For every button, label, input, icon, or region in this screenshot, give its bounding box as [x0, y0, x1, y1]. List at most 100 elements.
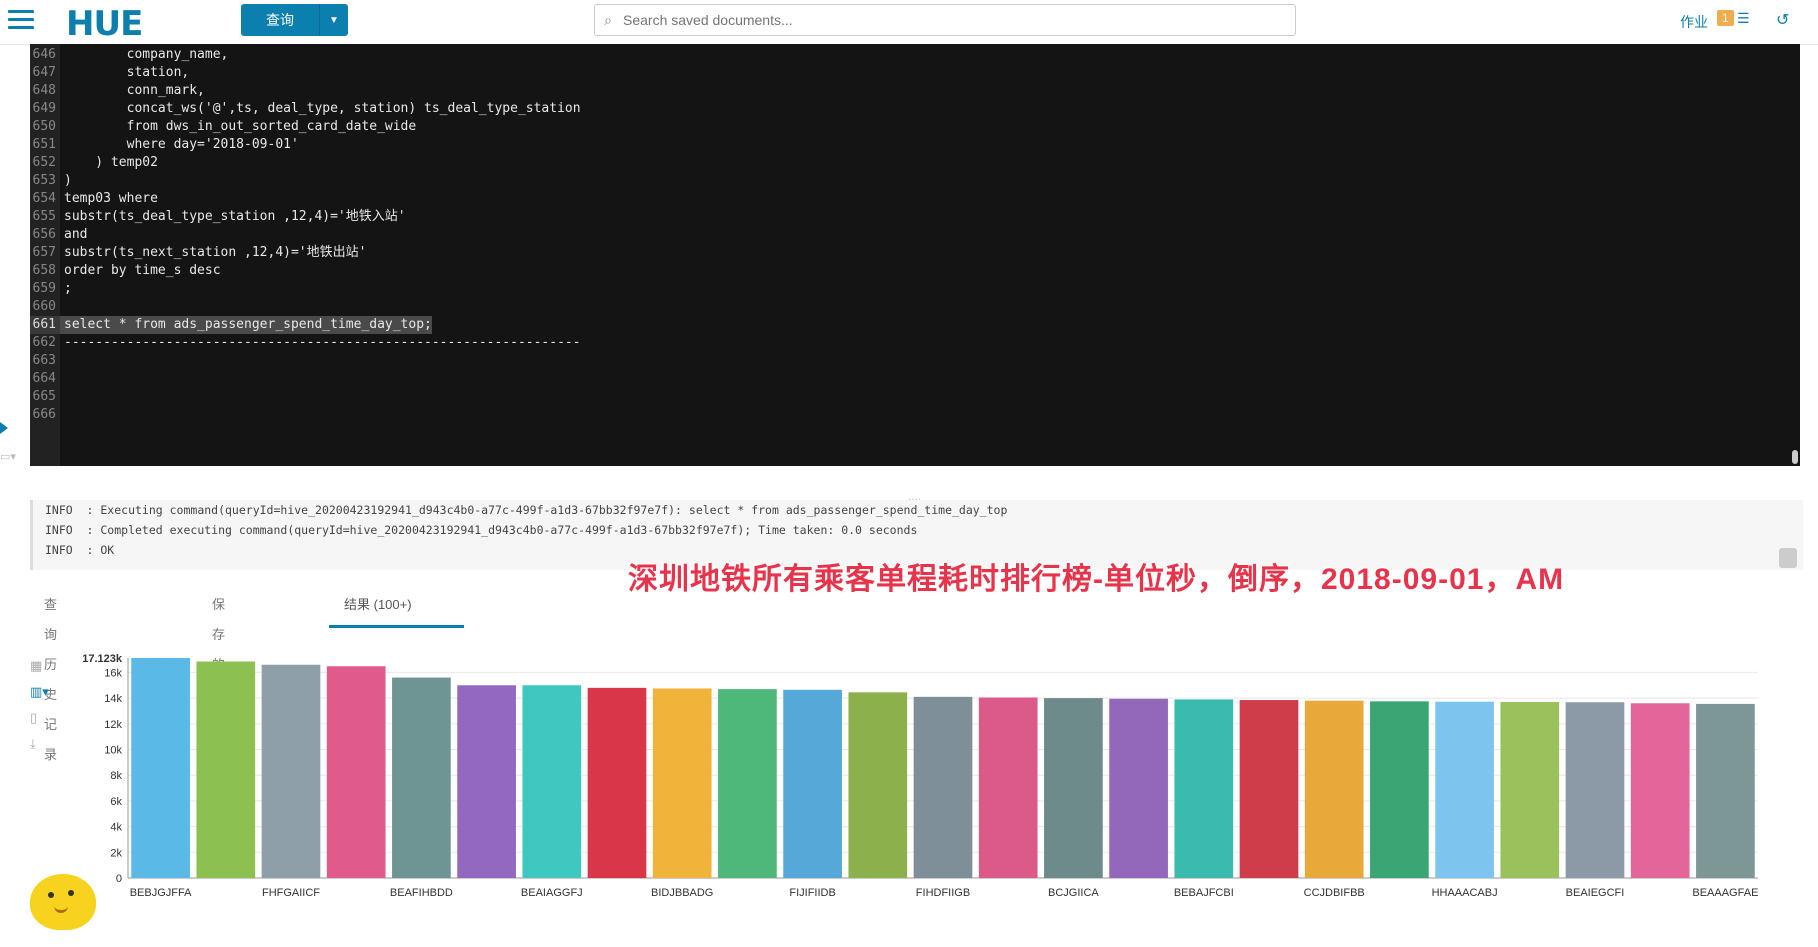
sql-editor[interactable]: 646 company_name, 647 station, 648 conn_ma…: [30, 44, 1800, 466]
bar[interactable]: [392, 677, 451, 878]
line-text[interactable]: ;: [60, 280, 72, 298]
line-text[interactable]: temp03 where: [60, 190, 158, 208]
bar[interactable]: [1174, 699, 1234, 878]
line-text[interactable]: and: [60, 226, 87, 244]
editor-scrollbar[interactable]: [1792, 450, 1798, 464]
code-line[interactable]: 658 order by time_s desc: [30, 262, 581, 280]
code-line[interactable]: 650 from dws_in_out_sorted_card_date_wid…: [30, 118, 581, 136]
line-text[interactable]: select * from ads_passenger_spend_time_d…: [60, 316, 432, 334]
line-text[interactable]: ----------------------------------------…: [60, 334, 581, 352]
bar[interactable]: [522, 685, 582, 878]
line-number: 652: [32, 155, 56, 170]
code-line[interactable]: 646 company_name,: [30, 46, 581, 64]
columns-icon[interactable]: ▯: [30, 710, 60, 736]
chevron-down-icon[interactable]: ▼: [319, 4, 348, 36]
bar[interactable]: [978, 697, 1038, 878]
code-line[interactable]: 652 ) temp02: [30, 154, 581, 172]
tab-query-history[interactable]: 查询历史记录: [44, 590, 57, 762]
x-tick-label: HHAAACABJ: [1432, 887, 1498, 899]
bar[interactable]: [1044, 698, 1103, 878]
grid-icon[interactable]: ▦: [30, 658, 60, 684]
code-line[interactable]: 656 and: [30, 226, 581, 244]
tab-saved-queries[interactable]: 保存的查询: [212, 590, 225, 732]
line-text[interactable]: substr(ts_next_station ,12,4)='地铁出站': [60, 244, 366, 262]
history-icon[interactable]: ↺: [1776, 10, 1789, 30]
hue-logo[interactable]: HUE: [66, 4, 143, 44]
overlay-caption: 深圳地铁所有乘客单程耗时排行榜-单位秒，倒序，2018-09-01，AM: [628, 563, 1565, 596]
bar[interactable]: [587, 687, 647, 878]
line-text[interactable]: conn_mark,: [60, 82, 205, 100]
line-text[interactable]: [60, 388, 64, 406]
download-icon[interactable]: ⤓: [30, 736, 60, 762]
line-text[interactable]: company_name,: [60, 46, 229, 64]
bar[interactable]: [783, 689, 842, 878]
bar[interactable]: [196, 661, 256, 878]
line-text[interactable]: [60, 406, 64, 424]
result-view-toolbar: ▦ ▥▾ ▯ ⤓: [30, 658, 60, 762]
code-line[interactable]: 655 substr(ts_deal_type_station ,12,4)='地…: [30, 208, 581, 226]
search-input[interactable]: [621, 11, 1265, 29]
bar[interactable]: [131, 658, 190, 878]
bar[interactable]: [1696, 703, 1755, 878]
code-line[interactable]: 664: [30, 370, 581, 388]
bar[interactable]: [913, 696, 973, 878]
line-text[interactable]: station,: [60, 64, 190, 82]
line-text[interactable]: from dws_in_out_sorted_card_date_wide: [60, 118, 417, 136]
search-bar[interactable]: ⌕: [594, 4, 1296, 36]
bar[interactable]: [848, 692, 908, 878]
query-button[interactable]: 查询 ▼: [241, 4, 348, 36]
bar[interactable]: [1239, 700, 1299, 878]
line-text[interactable]: [60, 352, 64, 370]
line-text[interactable]: order by time_s desc: [60, 262, 221, 280]
code-line[interactable]: 648 conn_mark,: [30, 82, 581, 100]
jobs-count-badge[interactable]: 1: [1717, 10, 1734, 26]
bar[interactable]: [718, 689, 777, 878]
line-text[interactable]: substr(ts_deal_type_station ,12,4)='地铁入站…: [60, 208, 406, 226]
code-lines[interactable]: 646 company_name, 647 station, 648 conn_ma…: [30, 46, 581, 424]
code-line[interactable]: 663: [30, 352, 581, 370]
code-line[interactable]: 662 -------------------------------------…: [30, 334, 581, 352]
y-tick-label: 8k: [110, 770, 122, 782]
line-text[interactable]: [60, 298, 64, 316]
log-scrollbar[interactable]: [1779, 548, 1797, 568]
line-number: 660: [32, 299, 56, 314]
line-text[interactable]: [60, 370, 64, 388]
book-icon[interactable]: ▭▾: [0, 450, 16, 463]
bar[interactable]: [1565, 702, 1625, 878]
bar[interactable]: [652, 688, 712, 878]
bar[interactable]: [1630, 703, 1690, 878]
bar[interactable]: [1304, 700, 1364, 878]
bar[interactable]: [457, 685, 516, 878]
menu-icon[interactable]: [8, 10, 34, 30]
jobs-link[interactable]: 作业: [1680, 12, 1708, 32]
code-line[interactable]: 647 station,: [30, 64, 581, 82]
y-tick-label: 12k: [104, 719, 122, 731]
line-text[interactable]: ) temp02: [60, 154, 158, 172]
code-line[interactable]: 657 substr(ts_next_station ,12,4)='地铁出站': [30, 244, 581, 262]
code-line[interactable]: 659;: [30, 280, 581, 298]
code-line[interactable]: 665: [30, 388, 581, 406]
line-text[interactable]: where day='2018-09-01': [60, 136, 299, 154]
bar[interactable]: [1435, 701, 1494, 878]
tab-results[interactable]: 结果 (100+): [329, 590, 464, 628]
list-icon[interactable]: ☰: [1737, 10, 1750, 27]
code-line[interactable]: 660: [30, 298, 581, 316]
bar[interactable]: [261, 664, 321, 878]
line-text[interactable]: ): [60, 172, 72, 190]
line-text[interactable]: concat_ws('@',ts, deal_type, station) ts…: [60, 100, 581, 118]
code-line[interactable]: 651 where day='2018-09-01': [30, 136, 581, 154]
bar[interactable]: [1109, 698, 1168, 878]
code-line[interactable]: 649 concat_ws('@',ts, deal_type, station…: [30, 100, 581, 118]
bar-chart-icon[interactable]: ▥▾: [30, 684, 60, 710]
bar[interactable]: [1370, 701, 1429, 878]
line-number: 648: [32, 83, 56, 98]
expand-panel-icon[interactable]: [0, 422, 8, 434]
code-line[interactable]: 666: [30, 406, 581, 424]
code-line[interactable]: 654 temp03 where: [30, 190, 581, 208]
code-line[interactable]: 653): [30, 172, 581, 190]
query-button-label[interactable]: 查询: [241, 10, 319, 30]
bar[interactable]: [326, 666, 386, 878]
bar[interactable]: [1500, 701, 1560, 878]
code-line[interactable]: 661 select * from ads_passenger_spend_tim…: [30, 316, 581, 334]
search-icon: ⌕: [604, 11, 612, 28]
